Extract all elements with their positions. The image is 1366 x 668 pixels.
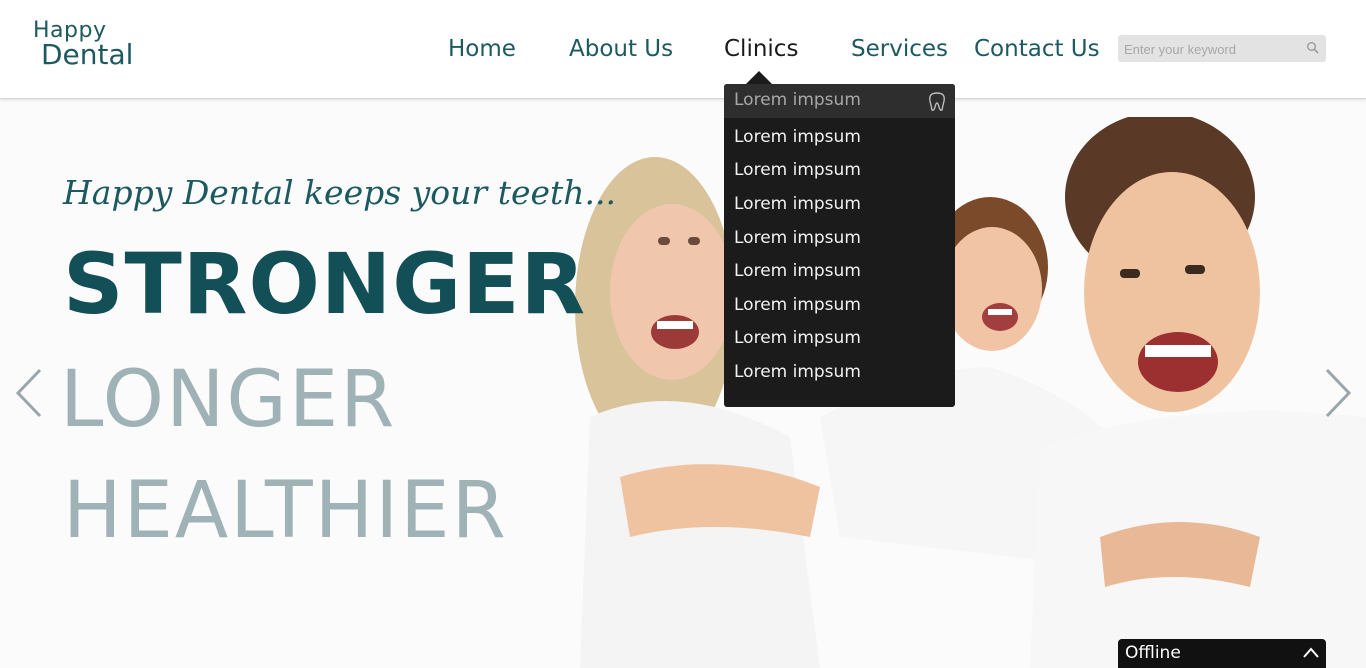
dropdown-item[interactable]: Lorem impsum	[734, 261, 861, 281]
clinics-dropdown: Lorem impsum Lorem impsum Lorem impsum L…	[724, 71, 955, 407]
chat-status: Offline	[1125, 643, 1181, 663]
hero-word-longer: LONGER	[60, 355, 397, 445]
slider-next-arrow-icon[interactable]	[1323, 367, 1353, 419]
chat-widget[interactable]: Offline	[1118, 639, 1326, 668]
dropdown-item[interactable]: Lorem impsum	[734, 127, 861, 147]
dropdown-item[interactable]: Lorem impsum	[734, 362, 861, 382]
nav-home[interactable]: Home	[448, 36, 516, 62]
dropdown-item[interactable]: Lorem impsum	[734, 295, 861, 315]
site-header: Happy Dental Home About Us Clinics Servi…	[0, 0, 1366, 99]
search-icon[interactable]	[1306, 41, 1320, 55]
search-box	[1118, 35, 1326, 64]
nav-clinics[interactable]: Clinics	[724, 36, 798, 62]
hero-word-healthier: HEALTHIER	[63, 466, 508, 556]
dropdown-item[interactable]: Lorem impsum	[734, 194, 861, 214]
dropdown-item[interactable]: Lorem impsum	[734, 90, 861, 110]
hero-slider: Happy Dental keeps your teeth... STRONGE…	[0, 99, 1366, 668]
nav-services[interactable]: Services	[851, 36, 948, 62]
logo-line2: Dental	[41, 38, 134, 71]
dropdown-item[interactable]: Lorem impsum	[734, 328, 861, 348]
dropdown-item[interactable]: Lorem impsum	[734, 160, 861, 180]
search-input[interactable]	[1122, 35, 1306, 64]
slider-prev-arrow-icon[interactable]	[14, 367, 44, 419]
family-photo	[575, 117, 1366, 668]
dropdown-caret	[746, 71, 772, 84]
logo[interactable]: Happy Dental	[33, 20, 133, 69]
dropdown-item[interactable]: Lorem impsum	[734, 228, 861, 248]
chevron-up-icon[interactable]	[1302, 645, 1320, 659]
nav-contact-us[interactable]: Contact Us	[974, 36, 1100, 62]
tooth-icon	[929, 92, 945, 111]
nav-about-us[interactable]: About Us	[569, 36, 673, 62]
hero-word-stronger: STRONGER	[63, 235, 587, 333]
hero-tagline: Happy Dental keeps your teeth...	[63, 173, 616, 212]
